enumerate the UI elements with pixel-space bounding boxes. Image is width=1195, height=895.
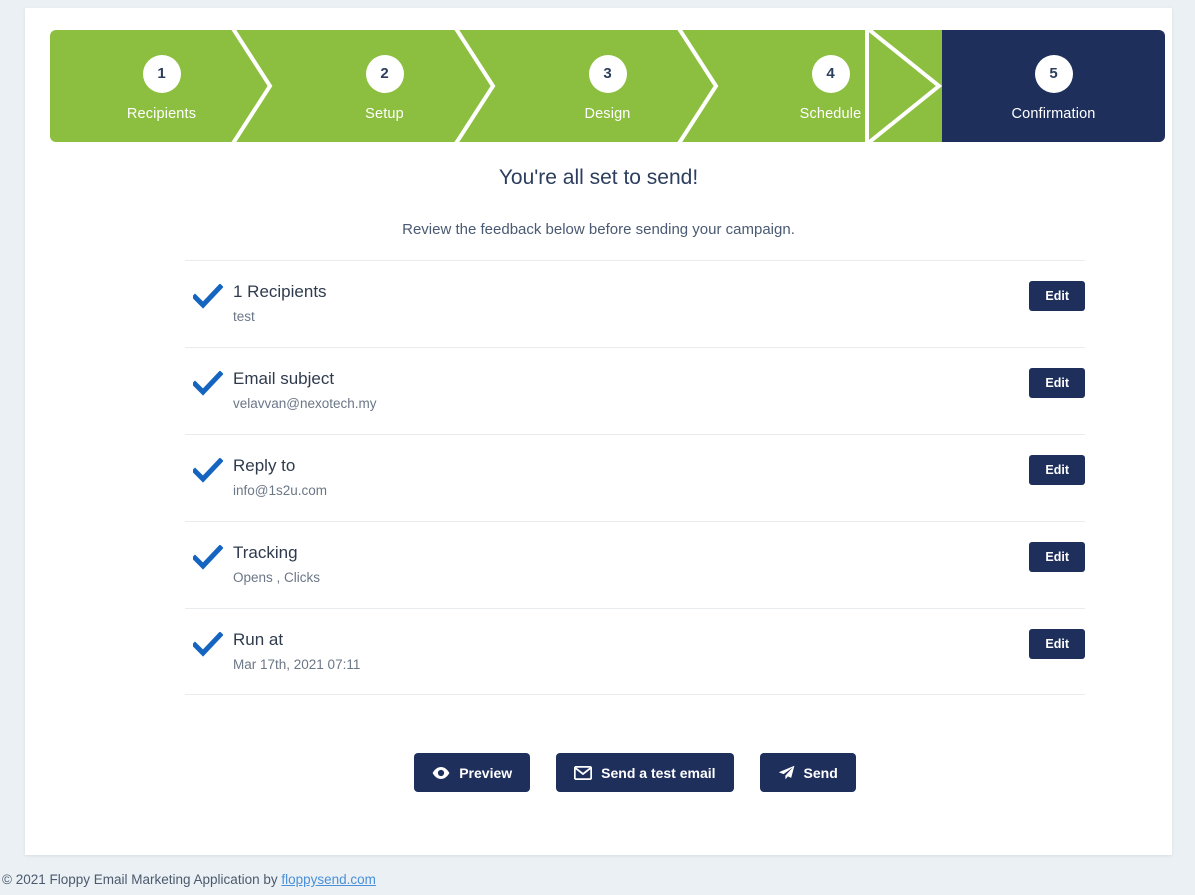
- page-root: 1 Recipients 2 Setup 3 Design 4 Schedule…: [0, 0, 1195, 895]
- edit-reply-to-button[interactable]: Edit: [1029, 455, 1085, 485]
- check-icon: [185, 281, 233, 310]
- summary-row-title: Reply to: [233, 456, 296, 475]
- step-setup[interactable]: 2 Setup: [273, 30, 496, 142]
- summary-row-title: Run at: [233, 630, 284, 649]
- step-label-2: Setup: [365, 105, 404, 122]
- step-separator-chevron-icon: [454, 30, 496, 142]
- edit-run-at-button[interactable]: Edit: [1029, 629, 1085, 659]
- summary-row-run-at: Run at Mar 17th, 2021 07:11 Edit: [185, 608, 1085, 695]
- send-button-label: Send: [803, 764, 838, 781]
- send-test-email-button-label: Send a test email: [601, 764, 716, 781]
- envelope-icon: [574, 765, 593, 780]
- footer-text: © 2021 Floppy Email Marketing Applicatio…: [2, 872, 282, 887]
- send-test-email-button[interactable]: Send a test email: [556, 753, 734, 792]
- summary-list: 1 Recipients test Edit Email subject vel…: [185, 260, 1085, 695]
- action-button-row: Preview Send a test email Send: [185, 753, 1085, 792]
- step-separator-chevron-icon: [677, 30, 719, 142]
- send-button[interactable]: Send: [759, 753, 856, 792]
- check-icon: [185, 368, 233, 397]
- step-label-4: Schedule: [799, 105, 862, 122]
- summary-row-title: Tracking: [233, 543, 298, 562]
- step-number-3: 3: [588, 54, 627, 93]
- step-number-4: 4: [811, 54, 850, 93]
- campaign-stepper: 1 Recipients 2 Setup 3 Design 4 Schedule…: [50, 30, 1165, 142]
- step-label-5: Confirmation: [1011, 105, 1096, 122]
- step-number-2: 2: [365, 54, 404, 93]
- step-separator-chevron-icon: [231, 30, 273, 142]
- check-icon: [185, 542, 233, 571]
- summary-row-text: 1 Recipients test: [233, 281, 1029, 326]
- edit-tracking-button[interactable]: Edit: [1029, 542, 1085, 572]
- summary-row-text: Email subject velavvan@nexotech.my: [233, 368, 1029, 413]
- check-icon: [185, 629, 233, 658]
- preview-button[interactable]: Preview: [414, 753, 531, 792]
- summary-row-text: Run at Mar 17th, 2021 07:11: [233, 629, 1029, 674]
- page-title: You're all set to send!: [498, 166, 699, 189]
- summary-row-reply-to: Reply to info@1s2u.com Edit: [185, 434, 1085, 521]
- summary-row-text: Tracking Opens , Clicks: [233, 542, 1029, 587]
- summary-row-text: Reply to info@1s2u.com: [233, 455, 1029, 500]
- edit-email-subject-button[interactable]: Edit: [1029, 368, 1085, 398]
- paper-plane-icon: [778, 765, 795, 780]
- summary-row-recipients: 1 Recipients test Edit: [185, 260, 1085, 347]
- summary-row-value: info@1s2u.com: [233, 483, 327, 498]
- step-number-1: 1: [142, 54, 181, 93]
- step-label-3: Design: [584, 105, 631, 122]
- page-subtitle: Review the feedback below before sending…: [402, 221, 795, 238]
- summary-row-value: test: [233, 309, 255, 324]
- edit-recipients-button[interactable]: Edit: [1029, 281, 1085, 311]
- footer: © 2021 Floppy Email Marketing Applicatio…: [0, 872, 1195, 887]
- step-schedule[interactable]: 4 Schedule: [719, 30, 943, 142]
- step-recipients[interactable]: 1 Recipients: [50, 30, 273, 142]
- summary-row-tracking: Tracking Opens , Clicks Edit: [185, 521, 1085, 608]
- step-number-5: 5: [1034, 54, 1073, 93]
- summary-row-value: velavvan@nexotech.my: [233, 396, 377, 411]
- preview-button-label: Preview: [459, 764, 513, 781]
- summary-row-title: Email subject: [233, 369, 335, 388]
- check-icon: [185, 455, 233, 484]
- footer-link[interactable]: floppysend.com: [281, 872, 376, 887]
- step-label-1: Recipients: [126, 105, 197, 122]
- step-design[interactable]: 3 Design: [496, 30, 719, 142]
- summary-row-value: Mar 17th, 2021 07:11: [233, 657, 361, 672]
- summary-row-email-subject: Email subject velavvan@nexotech.my Edit: [185, 347, 1085, 434]
- step-confirmation[interactable]: 5 Confirmation: [942, 30, 1165, 142]
- summary-row-title: 1 Recipients: [233, 282, 327, 301]
- eye-icon: [432, 766, 450, 780]
- main-card: 1 Recipients 2 Setup 3 Design 4 Schedule…: [25, 8, 1172, 855]
- summary-row-value: Opens , Clicks: [233, 570, 321, 585]
- step-separator-arrow-icon: [865, 30, 943, 142]
